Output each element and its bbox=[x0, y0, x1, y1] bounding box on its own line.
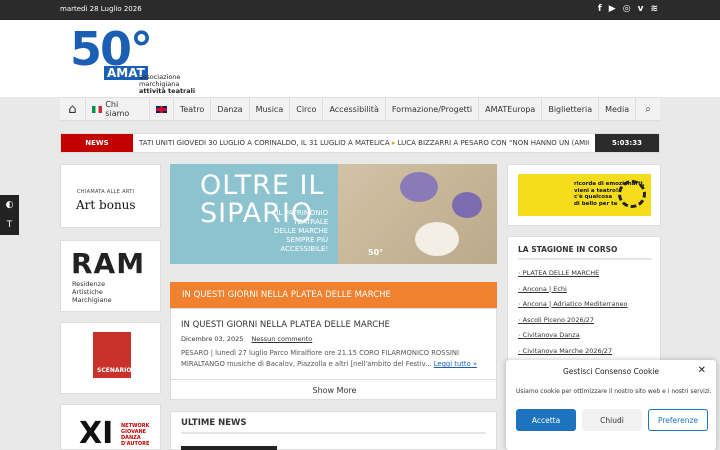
article-excerpt: PESARO | lunedì 27 luglio Parco Miralfio… bbox=[181, 349, 459, 368]
latest-news-header: ULTIME NEWS bbox=[181, 418, 247, 428]
logo-line-3: attività teatrali bbox=[139, 87, 196, 95]
amat-logo[interactable]: 50° AMAT associazione marchigiana attivi… bbox=[60, 26, 220, 96]
artbonus-tagline: CHIAMATA ALLE ARTI bbox=[77, 189, 135, 195]
banner-sub-2: TEATRALE bbox=[293, 218, 329, 226]
ram-line-3: Marchigiane bbox=[72, 296, 112, 304]
divider bbox=[181, 432, 486, 434]
nav-label: Chi siamo bbox=[105, 100, 130, 118]
ram-line-1: Residenze bbox=[72, 280, 106, 288]
nav-item-accessibilita[interactable]: Accessibilità bbox=[322, 97, 384, 121]
vimeo-icon[interactable]: v bbox=[638, 3, 644, 16]
show-more-button[interactable]: Show More bbox=[171, 379, 498, 401]
ram-title: RAM bbox=[71, 247, 146, 280]
facebook-icon[interactable]: f bbox=[598, 3, 602, 16]
cookie-consent-dialog: Gestisci Consenso Cookie ✕ Usiamo cookie… bbox=[506, 360, 716, 450]
divider bbox=[518, 258, 652, 260]
accept-button[interactable]: Accetta bbox=[516, 409, 576, 431]
home-icon[interactable]: ⌂ bbox=[60, 97, 85, 121]
news-thumbnail[interactable] bbox=[181, 446, 277, 450]
feature-header[interactable]: IN QUESTI GIORNI NELLA PLATEA DELLE MARC… bbox=[170, 282, 497, 308]
network-danza-banner[interactable]: XI NETWORK GIOVANE DANZA D'AUTORE bbox=[60, 404, 161, 450]
nav-item-media[interactable]: Media bbox=[598, 97, 635, 121]
cookie-buttons: Accetta Chiudi Preferenze bbox=[516, 409, 708, 431]
font-size-icon[interactable]: T bbox=[7, 220, 13, 230]
news-ticker: NEWS TATI UNITI GIOVEDÌ 30 LUGLIO A CORI… bbox=[60, 133, 660, 153]
banner-sub-3: DELLE MARCHE bbox=[274, 227, 329, 235]
nav-item-english[interactable] bbox=[148, 97, 173, 121]
banner-subtitle: IL PATRIMONIO TEATRALE DELLE MARCHE SEMP… bbox=[274, 209, 328, 254]
banner-sub-5: ACCESSIBILE! bbox=[280, 245, 329, 253]
ticker-item-1[interactable]: TATI UNITI GIOVEDÌ 30 LUGLIO A CORINALDO… bbox=[139, 139, 390, 147]
artbonus-banner[interactable]: CHIAMATA ALLE ARTI Art bonus bbox=[60, 164, 161, 228]
social-links: f ▶ ◎ v ≋ bbox=[598, 3, 658, 16]
read-more-link[interactable]: Leggi tutto » bbox=[434, 360, 477, 368]
banner-headline-1: OLTRE IL bbox=[200, 170, 325, 201]
ticker-label: NEWS bbox=[61, 134, 133, 152]
ram-banner[interactable]: RAM Residenze Artistiche Marchigiane bbox=[60, 240, 161, 312]
top-bar: martedì 28 Luglio 2026 f ▶ ◎ v ≋ bbox=[0, 0, 720, 20]
scenario-text: SCENARIO bbox=[97, 367, 132, 374]
nav-item-amateuropa[interactable]: AMATEuropa bbox=[478, 97, 541, 121]
emozionarti-ad[interactable]: ricorda di emozionarti, vieni a teatro! … bbox=[507, 164, 661, 226]
cookie-title: Gestisci Consenso Cookie bbox=[562, 367, 660, 376]
nav-item-musica[interactable]: Musica bbox=[248, 97, 290, 121]
nav-item-formazione[interactable]: Formazione/Progetti bbox=[384, 97, 478, 121]
oltre-il-sipario-banner[interactable]: OLTRE IL SIPARIO IL PATRIMONIO TEATRALE … bbox=[170, 164, 497, 264]
artbonus-title: Art bonus bbox=[76, 198, 136, 212]
rss-icon[interactable]: ≋ bbox=[650, 3, 658, 16]
ram-line-2: Artistiche bbox=[72, 288, 103, 296]
sun-icon bbox=[618, 180, 646, 208]
article-meta: Dicembre 03, 2025 Nessun commento bbox=[181, 335, 312, 343]
close-button[interactable]: Chiudi bbox=[582, 409, 642, 431]
ticker-separator-icon: ▸ bbox=[391, 139, 396, 147]
clock: 5:03:33 bbox=[595, 134, 659, 152]
close-icon[interactable]: ✕ bbox=[698, 365, 706, 376]
flower-decoration bbox=[400, 172, 438, 202]
nav-item-danza[interactable]: Danza bbox=[210, 97, 248, 121]
banner-sub-4: SEMPRE PIÙ bbox=[286, 236, 329, 244]
scenario-logo: SCENARIO bbox=[93, 332, 131, 378]
article-title[interactable]: IN QUESTI GIORNI NELLA PLATEA DELLE MARC… bbox=[181, 320, 390, 330]
search-icon[interactable]: ⌕ bbox=[635, 97, 660, 121]
article-comments-link[interactable]: Nessun commento bbox=[251, 335, 312, 343]
stagione-list: PLATEA DELLE MARCHE Ancona | Echi Ancona… bbox=[518, 269, 628, 362]
nav-item-chi-siamo[interactable]: Chi siamo bbox=[84, 97, 149, 121]
preferences-button[interactable]: Preferenze bbox=[648, 409, 708, 431]
flower-decoration bbox=[415, 222, 459, 256]
nav-item-biglietteria[interactable]: Biglietteria bbox=[541, 97, 598, 121]
stagione-item[interactable]: Ancona | Adriatico Mediterraneo bbox=[518, 300, 628, 316]
main-nav: ⌂ Chi siamo Teatro Danza Musica Circo Ac… bbox=[60, 97, 660, 121]
network-line-4: D'AUTORE bbox=[121, 441, 150, 447]
banner-logos: 50° bbox=[368, 248, 384, 257]
youtube-icon[interactable]: ▶ bbox=[609, 3, 616, 16]
article-body: PESARO | lunedì 27 luglio Parco Miralfio… bbox=[181, 348, 486, 370]
ad-artwork: ricorda di emozionarti, vieni a teatro! … bbox=[518, 174, 651, 216]
network-text: NETWORK GIOVANE DANZA D'AUTORE bbox=[121, 423, 150, 447]
stagione-item[interactable]: Civitanova Danza bbox=[518, 331, 628, 347]
flower-decoration bbox=[452, 192, 482, 218]
instagram-icon[interactable]: ◎ bbox=[623, 3, 631, 16]
nav-item-circo[interactable]: Circo bbox=[289, 97, 322, 121]
accessibility-toolbar: ◐ T bbox=[0, 195, 19, 235]
italian-flag-icon bbox=[91, 105, 103, 113]
article-date: Dicembre 03, 2025 bbox=[181, 335, 244, 343]
latest-news: ULTIME NEWS bbox=[170, 411, 497, 450]
scenario-banner[interactable]: SCENARIO bbox=[60, 322, 161, 394]
ticker-text[interactable]: TATI UNITI GIOVEDÌ 30 LUGLIO A CORINALDO… bbox=[139, 139, 589, 147]
banner-sub-1: IL PATRIMONIO bbox=[276, 209, 329, 217]
ram-subtitle: Residenze Artistiche Marchigiane bbox=[72, 280, 112, 304]
stagione-item[interactable]: Ascoli Piceno 2026/27 bbox=[518, 316, 628, 332]
logo-text: associazione marchigiana attività teatra… bbox=[139, 74, 195, 95]
current-date: martedì 28 Luglio 2026 bbox=[60, 5, 142, 13]
ticker-item-2[interactable]: LUCA BIZZARRI A PESARO CON “NON HANNO UN… bbox=[398, 139, 589, 147]
uk-flag-icon bbox=[155, 105, 167, 113]
stagione-header: LA STAGIONE IN CORSO bbox=[518, 245, 618, 254]
feature-article: IN QUESTI GIORNI NELLA PLATEA DELLE MARC… bbox=[170, 308, 498, 401]
stagione-item[interactable]: Ancona | Echi bbox=[518, 285, 628, 301]
contrast-icon[interactable]: ◐ bbox=[6, 200, 14, 210]
stagione-item[interactable]: PLATEA DELLE MARCHE bbox=[518, 269, 628, 285]
cookie-message: Usiamo cookie per ottimizzare il nostro … bbox=[516, 388, 712, 395]
nav-item-teatro[interactable]: Teatro bbox=[172, 97, 211, 121]
network-xi: XI bbox=[79, 416, 114, 450]
